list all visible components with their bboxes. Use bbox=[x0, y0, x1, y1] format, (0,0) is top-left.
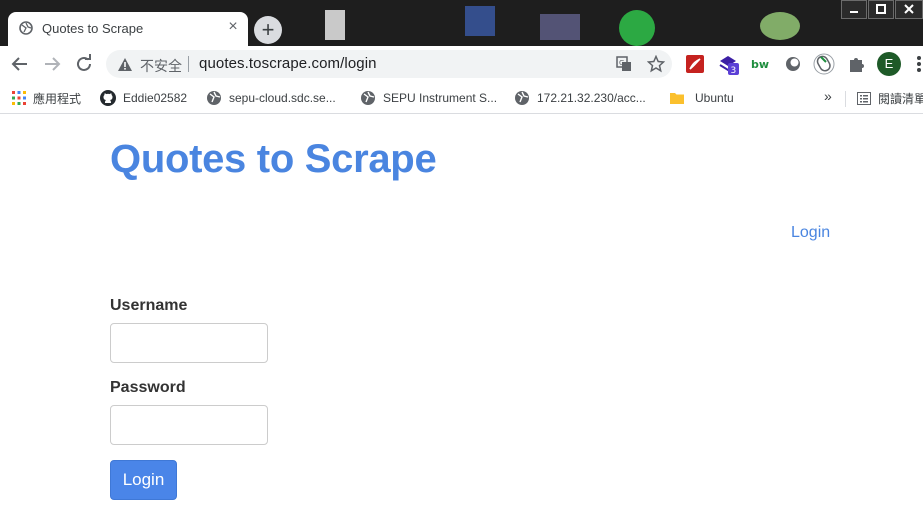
bookmark-star-icon[interactable] bbox=[647, 55, 665, 73]
reading-list-button[interactable]: 閱讀清單 bbox=[857, 88, 923, 108]
reading-list-label: 閱讀清單 bbox=[878, 91, 923, 106]
puzzle-icon[interactable] bbox=[845, 53, 867, 75]
bookmark-label: SEPU Instrument S... bbox=[383, 91, 498, 105]
bw-icon[interactable]: bw bbox=[750, 53, 772, 75]
warning-triangle-icon[interactable] bbox=[117, 57, 133, 72]
circle-icon[interactable] bbox=[782, 53, 804, 75]
translate-icon[interactable]: G bbox=[615, 55, 633, 73]
close-tab-icon[interactable]: × bbox=[224, 18, 242, 36]
titlebar-background-art bbox=[300, 0, 820, 46]
username-input[interactable] bbox=[110, 323, 268, 363]
svg-text:G: G bbox=[619, 59, 624, 67]
bookmark-ubuntu-folder[interactable]: Ubuntu bbox=[669, 88, 734, 108]
back-arrow-icon[interactable] bbox=[8, 52, 32, 76]
address-bar[interactable]: 不安全 quotes.toscrape.com/login G bbox=[106, 50, 672, 78]
bookmark-github[interactable]: Eddie02582 bbox=[100, 88, 187, 108]
forward-arrow-icon[interactable] bbox=[40, 52, 64, 76]
minimize-button[interactable] bbox=[841, 0, 867, 19]
bookmarks-overflow-button[interactable]: » bbox=[824, 88, 832, 104]
bookmark-ip-address[interactable]: 172.21.32.230/acc... bbox=[514, 88, 646, 108]
browser-toolbar: 不安全 quotes.toscrape.com/login G 3 bw E bbox=[0, 46, 923, 82]
bookmark-label: Ubuntu bbox=[695, 91, 734, 105]
globe-icon bbox=[207, 91, 221, 105]
restore-button[interactable] bbox=[868, 0, 894, 19]
github-icon bbox=[100, 90, 116, 106]
header-login-link[interactable]: Login bbox=[791, 224, 830, 242]
pdf-icon[interactable] bbox=[684, 53, 706, 75]
menu-icon[interactable] bbox=[909, 53, 923, 75]
reload-icon[interactable] bbox=[72, 52, 96, 76]
bw-label: bw bbox=[751, 58, 769, 71]
bookmark-sepu-instrument[interactable]: SEPU Instrument S... bbox=[360, 88, 497, 108]
username-label: Username bbox=[110, 297, 188, 314]
apps-grid-icon bbox=[12, 91, 26, 105]
active-tab[interactable]: Quotes to Scrape × bbox=[8, 12, 248, 46]
bookmarks-bar: 應用程式 Eddie02582 sepu-cloud.sdc.se... SEP… bbox=[0, 82, 923, 114]
reading-list-icon bbox=[857, 91, 871, 105]
bookmark-sepu-cloud[interactable]: sepu-cloud.sdc.se... bbox=[206, 88, 336, 108]
folder-icon bbox=[670, 93, 684, 104]
tab-title: Quotes to Scrape bbox=[42, 21, 144, 36]
extension-badge-count: 3 bbox=[731, 66, 737, 75]
password-label: Password bbox=[110, 379, 186, 396]
extension-3-icon[interactable]: 3 bbox=[717, 53, 739, 76]
bookmark-label: Eddie02582 bbox=[123, 91, 188, 105]
page-content: Quotes to Scrape Login Username Password… bbox=[0, 115, 923, 527]
password-input[interactable] bbox=[110, 405, 268, 445]
globe-icon bbox=[361, 91, 375, 105]
profile-avatar[interactable]: E bbox=[877, 52, 901, 76]
mouse-icon[interactable] bbox=[813, 53, 835, 75]
security-status-label[interactable]: 不安全 bbox=[140, 56, 182, 76]
globe-icon bbox=[515, 91, 529, 105]
site-title[interactable]: Quotes to Scrape bbox=[110, 137, 437, 182]
bookmark-label: 應用程式 bbox=[33, 91, 82, 106]
new-tab-button[interactable]: + bbox=[254, 16, 282, 44]
login-submit-button[interactable]: Login bbox=[110, 460, 177, 500]
globe-icon bbox=[19, 21, 33, 35]
url-text[interactable]: quotes.toscrape.com/login bbox=[199, 55, 377, 72]
bookmark-label: 172.21.32.230/acc... bbox=[537, 91, 646, 105]
tab-strip: Quotes to Scrape × + bbox=[0, 0, 923, 46]
omnibox-divider bbox=[188, 56, 189, 72]
close-window-button[interactable] bbox=[895, 0, 923, 19]
bookmarks-divider bbox=[845, 91, 846, 107]
bookmark-apps[interactable]: 應用程式 bbox=[12, 88, 81, 108]
bookmark-label: sepu-cloud.sdc.se... bbox=[229, 91, 336, 105]
